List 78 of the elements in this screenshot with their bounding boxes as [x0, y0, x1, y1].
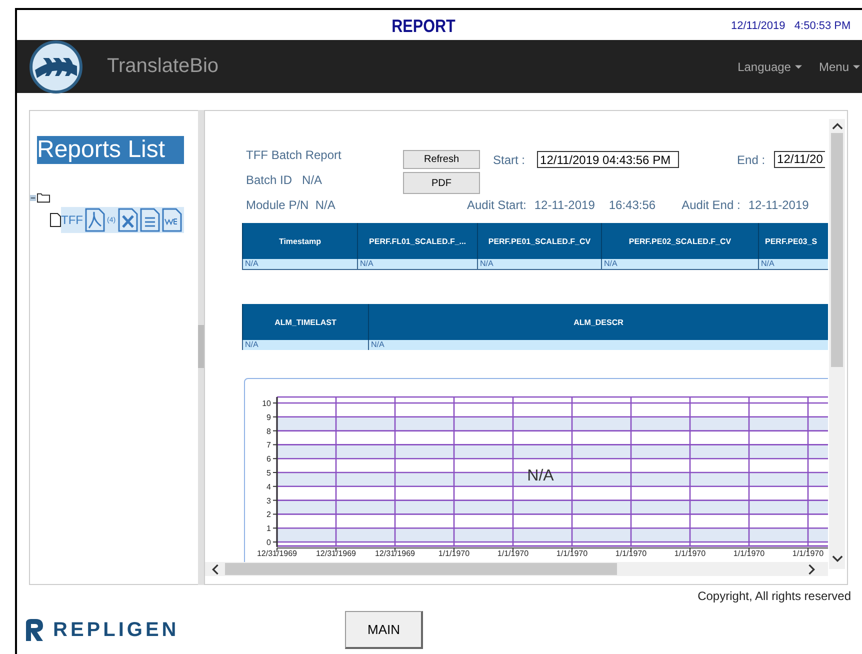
pdf-file-icon[interactable] [85, 208, 105, 232]
x-tick-label: 12/31/1969 [374, 549, 416, 558]
scroll-left-icon[interactable] [211, 564, 219, 574]
y-tick-label: 9 [266, 412, 271, 422]
batch-id-label: Batch ID N/A [246, 173, 324, 187]
reports-list-heading: Reports List [37, 136, 184, 164]
start-input-field[interactable]: 12/11/2019 04:43:56 PM [537, 151, 680, 168]
scroll-right-icon[interactable] [808, 564, 816, 574]
brand-logo-icon [29, 40, 83, 94]
column-header[interactable]: PERF.PE01_SCALED.F_CV [478, 223, 602, 259]
y-tick-label: 3 [266, 496, 271, 506]
x-tick-label: 1/1/1970 [792, 549, 824, 558]
report-title: TFF Batch Report [246, 148, 342, 162]
x-tick-label: 12/31/1969 [256, 549, 298, 558]
column-header[interactable]: ALM_DESCR [368, 304, 828, 340]
report-button[interactable]: PDF [403, 172, 480, 194]
text-file-icon[interactable] [140, 208, 160, 232]
y-tick-label: 7 [266, 440, 271, 450]
caret-icon [794, 64, 802, 68]
scrollbar-thumb[interactable] [831, 133, 843, 367]
date-time: 12/11/2019 4:50:53 PM [731, 20, 851, 32]
web-file-icon[interactable] [162, 208, 182, 232]
splitter-handle[interactable] [198, 325, 204, 368]
x-tick-label: 1/1/1970 [556, 549, 588, 558]
column-header[interactable]: Timestamp [242, 223, 358, 259]
brand-name: TranslateBio [107, 55, 219, 78]
end-input-field[interactable]: 12/11/20 [774, 151, 825, 168]
end-label: End : [737, 152, 766, 166]
copyright-text: Copyright, All rights reserved [696, 589, 851, 603]
table-cell: N/A [242, 259, 358, 270]
table-cell: N/A [368, 340, 828, 350]
page-title: REPORT [392, 16, 456, 37]
column-header[interactable]: PERF.PE03_S [758, 223, 828, 259]
caret-icon [853, 64, 860, 68]
nav-menu-link[interactable]: Menu [818, 60, 860, 74]
x-tick-label: 1/1/1970 [615, 549, 647, 558]
company-logo-icon [23, 617, 45, 643]
y-tick-label: 6 [266, 454, 271, 464]
scroll-down-icon[interactable] [832, 555, 842, 563]
x-tick-label: 1/1/1970 [733, 549, 765, 558]
column-header[interactable]: PERF.FL01_SCALED.F_... [358, 223, 478, 259]
y-tick-label: 0 [266, 538, 271, 547]
x-tick-label: 1/1/1970 [674, 549, 706, 558]
nav-menu-link[interactable]: Language [738, 60, 802, 74]
table-cell: N/A [242, 340, 368, 350]
tree-item-label: TFF [61, 213, 83, 227]
scrollbar-thumb[interactable] [225, 563, 617, 575]
collapse-icon[interactable] [30, 194, 36, 200]
table-cell: N/A [358, 259, 478, 270]
y-tick-label: 8 [266, 426, 271, 436]
audit-end-date: 12-11-2019 [748, 198, 809, 212]
column-header[interactable]: PERF.PE02_SCALED.F_CV [602, 223, 758, 259]
company-logo-text: REPLIGEN [53, 618, 180, 642]
x-tick-label: 1/1/1970 [438, 549, 470, 558]
y-tick-label: 1 [266, 524, 271, 534]
column-header[interactable]: ALM_TIMELAST [242, 304, 368, 340]
audit-start-date: 12-11-2019 [534, 198, 595, 212]
horizontal-scrollbar[interactable] [205, 562, 828, 576]
y-tick-label: 2 [266, 510, 271, 520]
table-cell: N/A [758, 259, 828, 270]
scroll-up-icon[interactable] [832, 122, 842, 130]
x-tick-label: 12/31/1969 [316, 549, 356, 558]
table-cell: N/A [602, 259, 758, 270]
spreadsheet-file-icon[interactable] [118, 208, 138, 232]
y-tick-label: 4 [266, 482, 271, 492]
x-tick-label: 1/1/1970 [497, 549, 529, 558]
table-cell: N/A [478, 259, 602, 270]
y-tick-label: 10 [262, 399, 271, 408]
folder-icon [37, 192, 50, 203]
audit-end-label: Audit End : [682, 198, 740, 212]
vertical-scrollbar[interactable] [829, 119, 845, 569]
audit-start-time: 16:43:56 [608, 198, 656, 212]
report-button[interactable]: Refresh [403, 150, 480, 169]
module-pn-label: Module P/N N/A [246, 198, 336, 212]
y-tick-label: 5 [266, 468, 271, 478]
audit-start-label: Audit Start: [467, 198, 526, 212]
start-label: Start : [493, 152, 526, 166]
main-button[interactable]: MAIN [345, 611, 424, 649]
